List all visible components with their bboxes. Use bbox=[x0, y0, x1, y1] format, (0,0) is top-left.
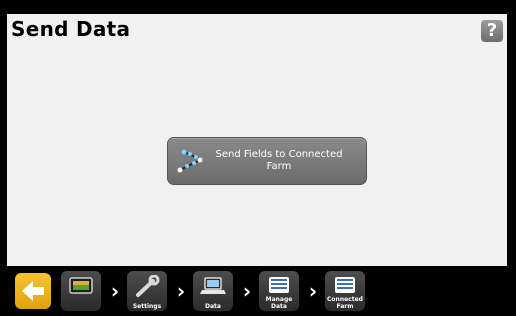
page-title: Send Data bbox=[11, 17, 131, 41]
list-icon bbox=[269, 277, 289, 293]
home-button[interactable] bbox=[61, 271, 101, 311]
content-panel: Send Data ? Send Fields to Connected Far… bbox=[7, 14, 507, 266]
breadcrumb-settings[interactable]: Settings bbox=[127, 271, 167, 311]
breadcrumb-label: Settings bbox=[132, 303, 162, 310]
laptop-icon bbox=[200, 277, 226, 294]
monitor-icon bbox=[69, 277, 93, 294]
breadcrumb-label: Data bbox=[205, 303, 221, 310]
bottom-navigation-bar: › Settings › Data › Manage Data › Connec… bbox=[7, 266, 509, 316]
back-arrow-icon bbox=[22, 281, 44, 301]
breadcrumb-label: Manage Data bbox=[265, 296, 293, 310]
chevron-right-icon: › bbox=[176, 279, 186, 303]
send-button-label: Send Fields to Connected Farm bbox=[215, 149, 343, 172]
send-fields-button[interactable]: Send Fields to Connected Farm bbox=[167, 137, 367, 185]
help-button[interactable]: ? bbox=[481, 20, 503, 42]
wrench-icon bbox=[136, 275, 160, 297]
breadcrumb-manage-data[interactable]: Manage Data bbox=[259, 271, 299, 311]
breadcrumb-label: Connected Farm bbox=[327, 296, 363, 310]
list-icon bbox=[335, 277, 355, 293]
back-button[interactable] bbox=[15, 273, 51, 309]
breadcrumb-connected-farm[interactable]: Connected Farm bbox=[325, 271, 365, 311]
chevron-right-icon: › bbox=[110, 279, 120, 303]
breadcrumb-data[interactable]: Data bbox=[193, 271, 233, 311]
chevron-right-icon: › bbox=[308, 279, 318, 303]
chevron-right-icon: › bbox=[242, 279, 252, 303]
